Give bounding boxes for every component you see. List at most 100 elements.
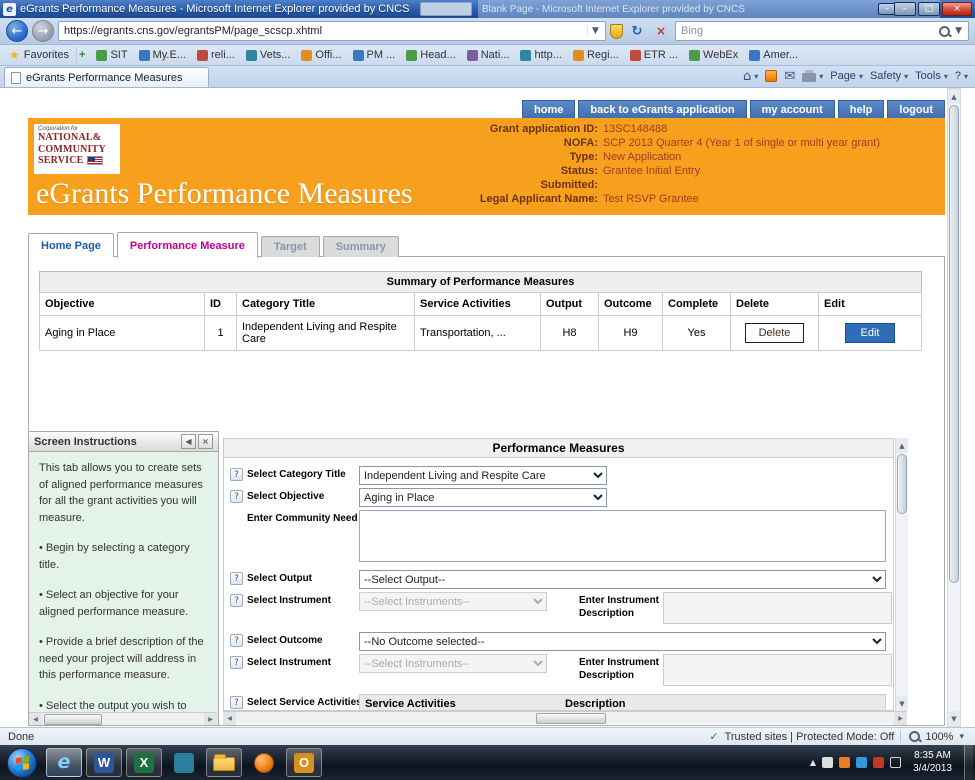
address-input[interactable] <box>64 25 587 37</box>
favorite-link[interactable]: PM ... <box>348 48 401 62</box>
delete-button[interactable]: Delete <box>745 323 805 343</box>
feeds-icon[interactable] <box>765 70 777 82</box>
safety-dropdown-icon[interactable]: ▾ <box>904 72 908 81</box>
output-select[interactable]: --Select Output-- <box>359 570 886 589</box>
back-button[interactable]: ← <box>6 20 28 42</box>
favorites-button[interactable]: ★ Favorites <box>5 47 77 63</box>
home-dropdown-icon[interactable]: ▾ <box>754 72 758 81</box>
favorite-link[interactable]: ETR ... <box>625 48 683 62</box>
safety-menu[interactable]: Safety <box>870 70 901 82</box>
tab-performance-measure[interactable]: Performance Measure <box>117 232 258 258</box>
zoom-dropdown-icon[interactable]: ▾ <box>956 732 967 742</box>
community-need-textarea[interactable] <box>359 510 886 562</box>
tab-target[interactable]: Target <box>261 236 320 257</box>
tray-icon[interactable] <box>890 757 901 768</box>
favorite-link[interactable]: Regi... <box>568 48 624 62</box>
edit-button[interactable]: Edit <box>845 323 896 343</box>
scrollbar-thumb[interactable] <box>897 454 907 514</box>
help-icon[interactable]: ? <box>230 696 243 709</box>
taskbar-clock[interactable]: 8:35 AM 3/4/2013 <box>907 750 958 775</box>
tray-icon[interactable] <box>822 757 833 768</box>
refresh-button[interactable]: ↻ <box>627 21 647 41</box>
nav-home-button[interactable]: home <box>522 100 575 120</box>
scrollbar-thumb[interactable] <box>44 714 102 725</box>
tools-menu[interactable]: Tools <box>915 70 941 82</box>
help-icon[interactable]: ? <box>230 656 243 669</box>
scroll-left-icon[interactable]: ◀ <box>29 713 42 726</box>
add-favorite-icon[interactable]: + <box>77 49 91 61</box>
grant-info-value: Grantee Initial Entry <box>603 166 700 177</box>
favorite-link[interactable]: Amer... <box>744 48 803 62</box>
favorite-link[interactable]: Offi... <box>296 48 346 62</box>
taskbar-explorer-button[interactable] <box>206 748 242 777</box>
panel-close-icon[interactable]: × <box>198 434 213 449</box>
scroll-down-icon[interactable]: ▼ <box>896 696 908 711</box>
nav-my-account-button[interactable]: my account <box>750 100 835 120</box>
search-input[interactable] <box>681 25 937 37</box>
forward-button[interactable]: → <box>32 20 54 42</box>
favorite-link[interactable]: reli... <box>192 48 240 62</box>
nav-help-button[interactable]: help <box>838 100 885 120</box>
hidden-icons-chevron[interactable]: ▲ <box>810 758 816 767</box>
search-icon[interactable] <box>937 24 952 39</box>
tab-home-page[interactable]: Home Page <box>28 233 114 257</box>
favorite-link[interactable]: My.E... <box>134 48 191 62</box>
scroll-down-icon[interactable]: ▼ <box>948 711 960 726</box>
taskbar-app-button[interactable] <box>166 748 202 777</box>
tools-dropdown-icon[interactable]: ▾ <box>944 72 948 81</box>
page-menu[interactable]: Page <box>830 70 856 82</box>
read-mail-icon[interactable]: ✉ <box>784 69 795 84</box>
objective-select[interactable]: Aging in Place <box>359 488 607 507</box>
scroll-up-icon[interactable]: ▲ <box>948 89 960 104</box>
help-icon[interactable]: ? <box>230 468 243 481</box>
stop-button[interactable]: × <box>651 21 671 41</box>
scrollbar-thumb[interactable] <box>949 105 959 583</box>
home-icon[interactable]: ⌂ <box>743 69 751 84</box>
help-dropdown-icon[interactable]: ▾ <box>964 72 968 81</box>
taskbar-word-button[interactable]: W <box>86 748 122 777</box>
tray-icon[interactable] <box>856 757 867 768</box>
favorite-link[interactable]: SIT <box>91 48 132 62</box>
taskbar-ie-button[interactable]: e <box>46 748 82 777</box>
panel-collapse-icon[interactable]: ◀ <box>181 434 196 449</box>
help-icon[interactable]: ? <box>230 572 243 585</box>
security-zone-text[interactable]: Trusted sites | Protected Mode: Off <box>725 731 895 743</box>
print-icon[interactable] <box>802 73 816 82</box>
scrollbar-thumb[interactable] <box>536 713 606 724</box>
scroll-right-icon[interactable]: ▶ <box>894 712 907 725</box>
start-button[interactable] <box>7 748 37 778</box>
favorite-link[interactable]: http... <box>515 48 567 62</box>
help-menu[interactable]: ? <box>955 70 961 82</box>
outcome-select[interactable]: --No Outcome selected-- <box>359 632 886 651</box>
taskbar-media-button[interactable] <box>246 748 282 777</box>
maximize-button[interactable]: □ <box>918 2 940 16</box>
nav-logout-button[interactable]: logout <box>887 100 945 120</box>
instruction-paragraph: • Provide a brief description of the nee… <box>39 634 208 684</box>
search-dropdown-icon[interactable]: ▼ <box>952 26 965 36</box>
browser-tab[interactable]: eGrants Performance Measures <box>4 67 209 87</box>
url-dropdown-icon[interactable]: ▼ <box>587 26 603 36</box>
favorite-link[interactable]: Vets... <box>241 48 296 62</box>
scroll-left-icon[interactable]: ◀ <box>223 712 236 725</box>
category-title-select[interactable]: Independent Living and Respite Care <box>359 466 607 485</box>
tray-icon[interactable] <box>839 757 850 768</box>
favorite-link[interactable]: WebEx <box>684 48 743 62</box>
taskbar-outlook-button[interactable]: O <box>286 748 322 777</box>
page-dropdown-icon[interactable]: ▾ <box>859 72 863 81</box>
tray-icon[interactable] <box>873 757 884 768</box>
close-button[interactable]: × <box>942 2 972 16</box>
help-icon[interactable]: ? <box>230 490 243 503</box>
favorite-link[interactable]: Nati... <box>462 48 515 62</box>
help-icon[interactable]: ? <box>230 634 243 647</box>
favorite-link[interactable]: Head... <box>401 48 460 62</box>
taskbar-excel-button[interactable]: X <box>126 748 162 777</box>
zoom-control[interactable]: 100% ▾ <box>907 729 967 744</box>
nav-back-to-egrants-button[interactable]: back to eGrants application <box>578 100 746 120</box>
show-desktop-button[interactable] <box>964 745 973 780</box>
print-dropdown-icon[interactable]: ▾ <box>819 72 823 81</box>
scroll-right-icon[interactable]: ▶ <box>204 713 217 726</box>
help-icon[interactable]: ? <box>230 594 243 607</box>
scroll-up-icon[interactable]: ▲ <box>896 438 908 453</box>
tab-summary[interactable]: Summary <box>323 236 399 257</box>
minimize-button[interactable]: – <box>894 2 916 16</box>
